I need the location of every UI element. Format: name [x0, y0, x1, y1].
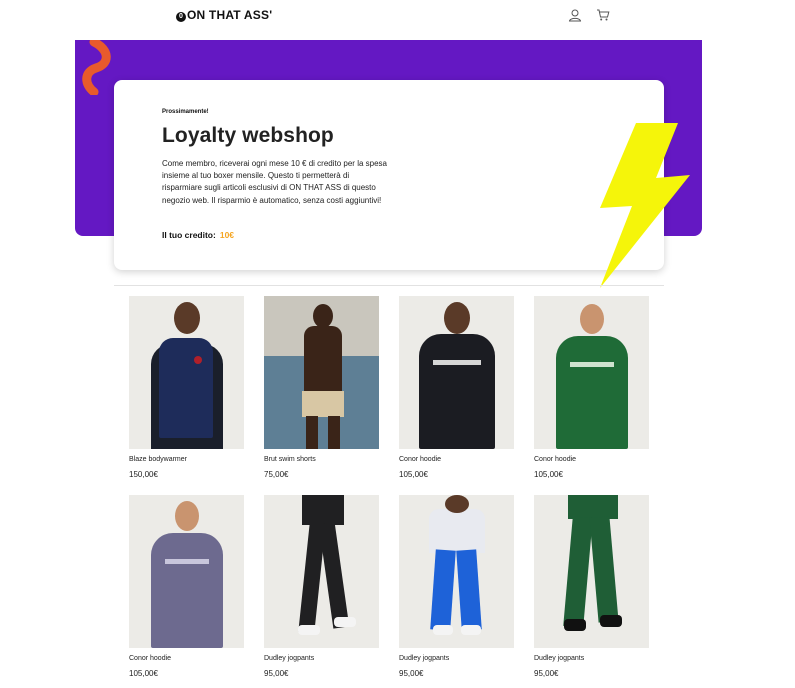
product-image[interactable] — [264, 495, 379, 648]
page-title: Loyalty webshop — [162, 124, 334, 147]
product-name[interactable]: Dudley jogpants — [264, 655, 379, 664]
lightning-bolt-icon — [600, 123, 690, 288]
product-price: 95,00€ — [534, 669, 559, 678]
credit-amount: 10€ — [219, 230, 235, 240]
product-image[interactable] — [129, 296, 244, 449]
product-price: 105,00€ — [129, 669, 158, 678]
product-card[interactable]: Conor hoodie 105,00€ — [534, 296, 649, 479]
cart-icon[interactable] — [596, 8, 610, 22]
credit-label: Il tuo credito: — [162, 230, 216, 240]
top-bar: 0 ON THAT ASS' — [0, 0, 795, 34]
product-card[interactable]: Dudley jogpants 95,00€ — [534, 495, 649, 678]
product-card[interactable]: Blaze bodywarmer 150,00€ — [129, 296, 244, 479]
product-name[interactable]: Brut swim shorts — [264, 456, 379, 465]
product-image[interactable] — [534, 296, 649, 449]
loyalty-card: Prossimamente! Loyalty webshop Come memb… — [114, 80, 664, 270]
product-price: 105,00€ — [399, 470, 428, 479]
product-price: 95,00€ — [264, 669, 289, 678]
section-divider — [114, 285, 664, 286]
product-name[interactable]: Dudley jogpants — [534, 655, 649, 664]
product-name[interactable]: Blaze bodywarmer — [129, 456, 244, 465]
product-card[interactable]: Brut swim shorts 75,00€ — [264, 296, 379, 479]
product-price: 95,00€ — [399, 669, 424, 678]
credit-info: Il tuo credito: 10€ — [162, 230, 234, 240]
product-price: 105,00€ — [534, 470, 563, 479]
product-card[interactable]: Dudley jogpants 95,00€ — [264, 495, 379, 678]
coming-soon-label: Prossimamente! — [162, 109, 209, 115]
product-name[interactable]: Conor hoodie — [129, 655, 244, 664]
product-image[interactable] — [129, 495, 244, 648]
product-image[interactable] — [534, 495, 649, 648]
brand-logo[interactable]: 0 ON THAT ASS' — [176, 8, 272, 22]
product-image[interactable] — [399, 495, 514, 648]
product-price: 75,00€ — [264, 470, 289, 479]
product-card[interactable]: Dudley jogpants 95,00€ — [399, 495, 514, 678]
product-image[interactable] — [399, 296, 514, 449]
product-name[interactable]: Dudley jogpants — [399, 655, 514, 664]
product-card[interactable]: Conor hoodie 105,00€ — [129, 495, 244, 678]
product-image[interactable] — [264, 296, 379, 449]
product-price: 150,00€ — [129, 470, 158, 479]
product-card[interactable]: Conor hoodie 105,00€ — [399, 296, 514, 479]
hero-description: Come membro, riceverai ogni mese 10 € di… — [162, 159, 387, 205]
product-name[interactable]: Conor hoodie — [534, 456, 649, 465]
product-name[interactable]: Conor hoodie — [399, 456, 514, 465]
user-icon[interactable] — [568, 8, 582, 22]
